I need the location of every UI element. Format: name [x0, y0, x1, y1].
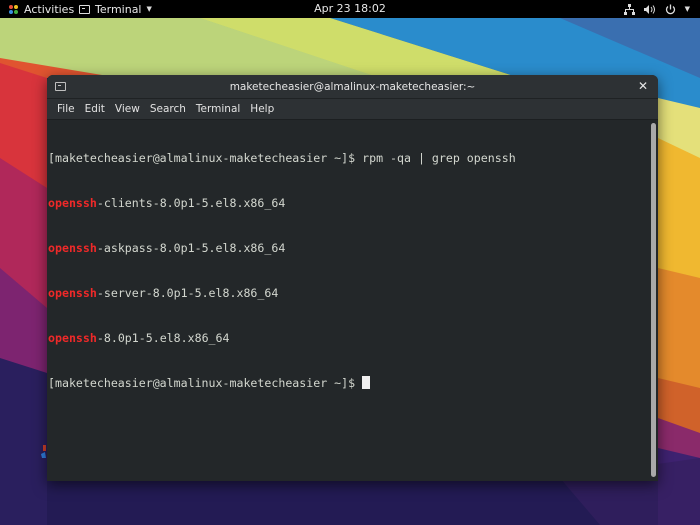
output-text: -8.0p1-5.el8.x86_64	[96, 331, 230, 345]
prompt: [maketecheasier@almalinux-maketecheasier…	[48, 151, 363, 165]
menu-terminal[interactable]: Terminal	[191, 103, 245, 115]
output-line: openssh-server-8.0p1-5.el8.x86_64	[48, 286, 648, 301]
match-highlight: openssh	[48, 286, 97, 300]
clock[interactable]: Apr 23 18:02	[314, 2, 386, 15]
output-line: openssh-8.0p1-5.el8.x86_64	[48, 331, 648, 346]
match-highlight: openssh	[48, 196, 97, 210]
command-line: [maketecheasier@almalinux-maketecheasier…	[48, 151, 648, 166]
menu-view[interactable]: View	[110, 103, 145, 115]
activities-button[interactable]: Activities	[8, 0, 74, 18]
output-line: openssh-clients-8.0p1-5.el8.x86_64	[48, 196, 648, 211]
activities-label: Activities	[24, 2, 75, 16]
text-cursor	[362, 376, 371, 389]
menu-edit[interactable]: Edit	[80, 103, 110, 115]
prompt: [maketecheasier@almalinux-maketecheasier…	[48, 376, 363, 390]
app-menu-label: Terminal	[95, 2, 142, 16]
top-bar: Activities Terminal ▼ Apr 23 18:02 ▼	[0, 0, 700, 18]
prompt-line: [maketecheasier@almalinux-maketecheasier…	[48, 376, 648, 391]
system-status-menu[interactable]: ▼	[623, 0, 690, 18]
terminal-icon	[79, 4, 90, 14]
output-line: openssh-askpass-8.0p1-5.el8.x86_64	[48, 241, 648, 256]
output-text: -clients-8.0p1-5.el8.x86_64	[96, 196, 286, 210]
window-title: maketecheasier@almalinux-maketecheasier:…	[229, 81, 476, 93]
terminal-window: maketecheasier@almalinux-maketecheasier:…	[47, 75, 658, 481]
menu-file[interactable]: File	[52, 103, 80, 115]
match-highlight: openssh	[48, 241, 97, 255]
match-highlight: openssh	[48, 331, 97, 345]
menu-search[interactable]: Search	[145, 103, 191, 115]
volume-icon	[643, 4, 655, 14]
power-icon	[665, 4, 675, 14]
menu-bar: File Edit View Search Terminal Help	[47, 99, 658, 120]
app-menu-button[interactable]: Terminal ▼	[79, 0, 152, 18]
close-button[interactable]: ✕	[636, 79, 650, 93]
scrollbar[interactable]	[651, 123, 656, 477]
command-text: rpm -qa | grep openssh	[362, 151, 516, 165]
chevron-down-icon: ▼	[146, 5, 152, 13]
output-text: -askpass-8.0p1-5.el8.x86_64	[96, 241, 286, 255]
menu-help[interactable]: Help	[245, 103, 279, 115]
terminal-output[interactable]: [maketecheasier@almalinux-maketecheasier…	[47, 121, 648, 481]
window-titlebar[interactable]: maketecheasier@almalinux-maketecheasier:…	[47, 75, 658, 99]
output-text: -server-8.0p1-5.el8.x86_64	[96, 286, 279, 300]
network-icon	[623, 3, 635, 15]
chevron-down-icon: ▼	[684, 5, 690, 13]
almalinux-logo-icon	[9, 4, 18, 14]
